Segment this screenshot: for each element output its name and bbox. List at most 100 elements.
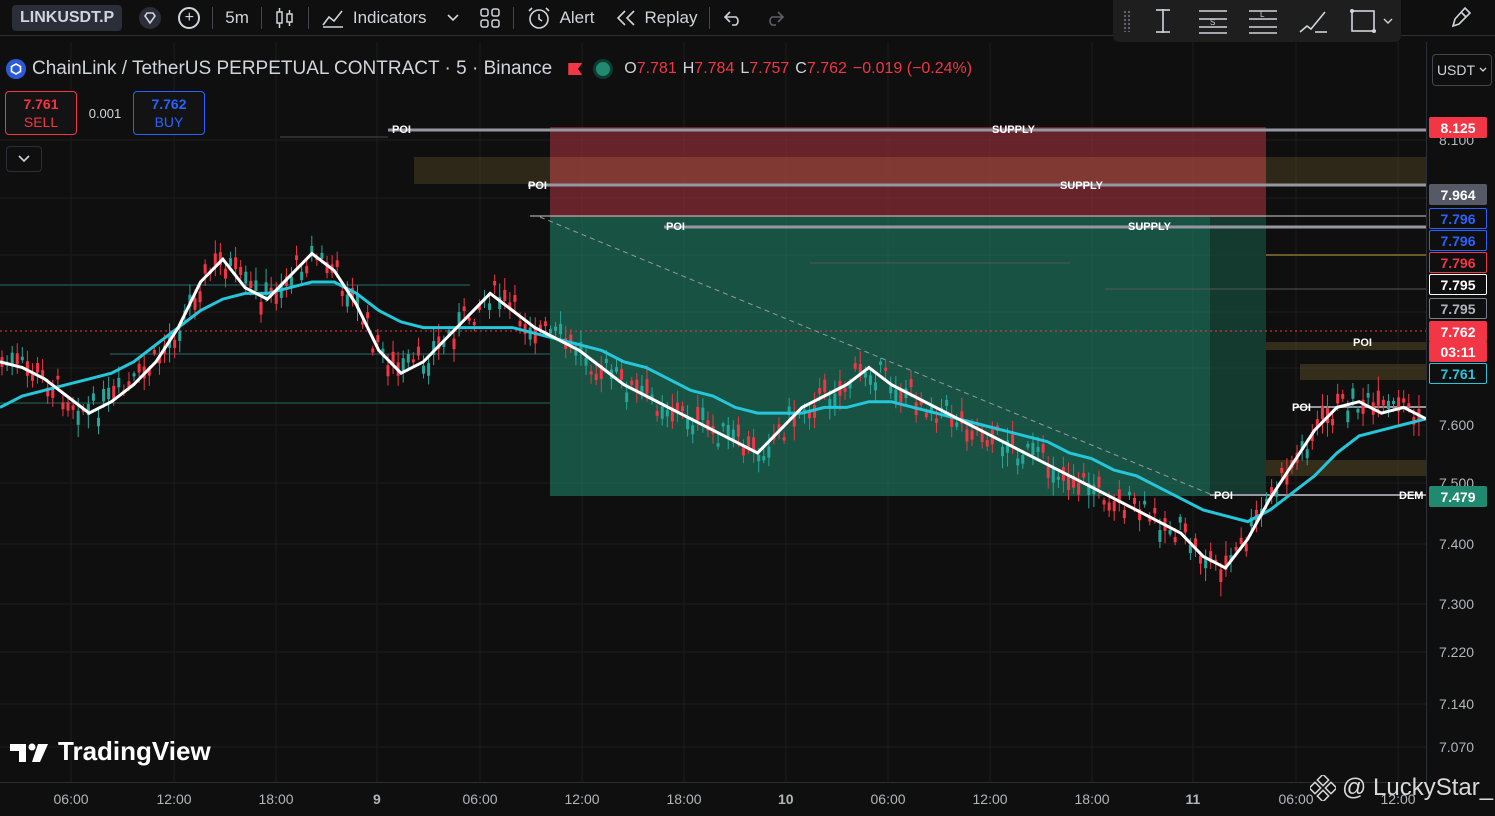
- candle-body: [909, 379, 913, 388]
- rectangle-tool-dropdown[interactable]: [1383, 12, 1393, 30]
- candle-body: [289, 276, 293, 286]
- redo-button[interactable]: [754, 0, 796, 36]
- time-tick-label: 06:00: [870, 791, 906, 807]
- candle-body: [721, 423, 725, 427]
- candle-body: [305, 266, 309, 274]
- candle-body: [757, 454, 761, 462]
- tradingview-logo[interactable]: TradingView: [8, 736, 211, 767]
- time-tick-label: 9: [373, 791, 381, 807]
- collapse-legend-button[interactable]: [6, 146, 42, 172]
- undo-button[interactable]: [712, 0, 754, 36]
- candle-body: [36, 363, 40, 373]
- candle-body: [117, 377, 121, 388]
- candle-body: [843, 387, 847, 392]
- candle-body: [620, 369, 624, 380]
- price-tag: 7.795: [1429, 298, 1487, 319]
- candle-body: [1041, 444, 1045, 453]
- candle-body: [1381, 399, 1385, 406]
- candle-body: [15, 353, 19, 365]
- compare-symbol-button[interactable]: +: [168, 0, 210, 36]
- interval-button[interactable]: 5m: [215, 0, 259, 36]
- buy-label: BUY: [154, 114, 184, 130]
- candle-body: [376, 335, 380, 343]
- price-tag: 7.762: [1429, 321, 1487, 342]
- indicators-button[interactable]: Indicators: [311, 0, 437, 36]
- candles-icon: [276, 7, 293, 28]
- price-chart[interactable]: POI POI POI POI POI POI SUPPLY SUPPLY SU…: [0, 42, 1426, 782]
- diamond-icon-button[interactable]: [132, 0, 168, 36]
- poi-label: POI: [1214, 490, 1233, 502]
- chart-settings-button[interactable]: [1447, 4, 1475, 32]
- candle-body: [1153, 507, 1157, 514]
- divider: [260, 6, 262, 29]
- candle-body: [1127, 491, 1131, 496]
- vertical-line-tool[interactable]: [1145, 6, 1181, 36]
- candle-body: [259, 302, 263, 315]
- candle-body: [234, 257, 238, 270]
- price-tick-label: 7.300: [1439, 596, 1475, 612]
- rectangle-tool[interactable]: [1345, 6, 1381, 36]
- candle-body: [594, 373, 598, 380]
- sell-label: SELL: [23, 114, 59, 130]
- chart-type-button[interactable]: [264, 0, 306, 36]
- alert-button[interactable]: Alert: [516, 0, 605, 36]
- candle-body: [655, 410, 659, 416]
- candle-body: [193, 298, 197, 310]
- sell-button[interactable]: 7.761 SELL: [5, 91, 77, 135]
- candle-body: [1341, 393, 1345, 399]
- candle-body: [747, 436, 751, 447]
- candle-body: [239, 267, 243, 275]
- candle-body: [767, 446, 771, 458]
- symbol-search-button[interactable]: LINKUSDT.P: [0, 0, 132, 36]
- candle-body: [198, 291, 202, 303]
- candle-body: [782, 437, 786, 441]
- vertical-line-icon: [1156, 9, 1170, 33]
- open-value: O7.781: [624, 60, 677, 77]
- tradingview-logo-icon: [10, 743, 48, 762]
- candle-body: [660, 406, 664, 419]
- candle-body: [345, 294, 349, 307]
- indicators-dropdown[interactable]: [437, 0, 469, 36]
- candle-body: [137, 363, 141, 373]
- chart-pane[interactable]: POI POI POI POI POI POI SUPPLY SUPPLY SU…: [0, 42, 1426, 782]
- replay-button[interactable]: Replay: [605, 0, 708, 36]
- poi-label: POI: [1292, 402, 1311, 414]
- candle-body: [173, 339, 177, 348]
- candle-body: [452, 338, 456, 350]
- time-axis[interactable]: 06:00 12:00 18:00 9 06:00 12:00 18:00 10 06:00 12…: [0, 782, 1426, 816]
- candle-body: [1077, 482, 1081, 495]
- poi-zone-right-3: [1266, 342, 1426, 350]
- candle-body: [91, 393, 95, 401]
- candle-body: [1112, 501, 1116, 512]
- chainlink-icon: [6, 59, 26, 79]
- candle-body: [1239, 537, 1243, 545]
- candle-body: [20, 356, 24, 361]
- long-level-tool[interactable]: L: [1245, 6, 1281, 36]
- levels-s-icon: S: [1199, 10, 1227, 34]
- price-axis[interactable]: 8.100 7.600 7.500 7.400 7.300 7.220 7.140 7.070…: [1426, 42, 1495, 782]
- drag-handle-icon[interactable]: [1123, 10, 1131, 32]
- candle-body: [1331, 419, 1335, 426]
- supply-label: SUPPLY: [1128, 221, 1172, 233]
- templates-button[interactable]: [469, 0, 511, 36]
- price-tick-label: 7.140: [1439, 696, 1475, 712]
- buy-button[interactable]: 7.762 BUY: [133, 91, 205, 135]
- demand-zone-large: [550, 216, 1266, 496]
- brush-tool[interactable]: [1295, 6, 1331, 36]
- market-closed-flag-icon[interactable]: [568, 63, 583, 75]
- rewind-icon: [616, 9, 635, 26]
- time-tick-label: 18:00: [258, 791, 294, 807]
- candle-body: [899, 390, 903, 403]
- indicators-icon: [322, 10, 343, 28]
- support-level-tool[interactable]: S: [1195, 6, 1231, 36]
- candle-body: [889, 386, 893, 394]
- poi-label: POI: [1353, 337, 1372, 349]
- candle-body: [274, 292, 278, 304]
- symbol-title[interactable]: ChainLink / TetherUS PERPETUAL CONTRACT …: [32, 58, 552, 80]
- price-tick-label: 7.070: [1439, 739, 1475, 755]
- candle-body: [980, 431, 984, 442]
- price-tick-label: 7.400: [1439, 536, 1475, 552]
- candle-body: [518, 320, 522, 327]
- candle-body: [249, 280, 253, 289]
- divider: [212, 6, 214, 29]
